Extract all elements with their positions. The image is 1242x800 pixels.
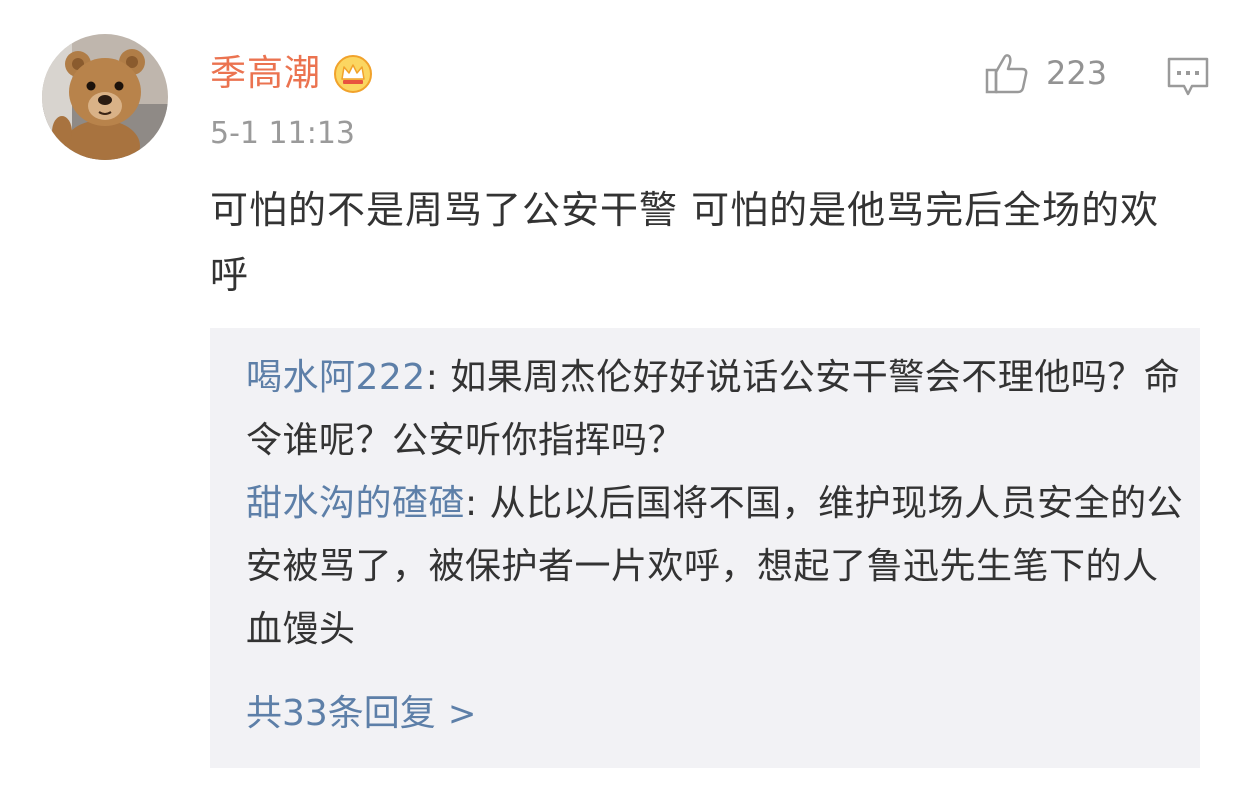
reply-author[interactable]: 喝水阿222: [246, 357, 426, 398]
comment-card: 季高潮 5-1 11:13 223 可怕的不是周骂了公安干警 可怕的是他骂完后全…: [0, 0, 1242, 800]
more-replies-label: 共33条回复: [246, 693, 436, 734]
chevron-right-icon: >: [447, 694, 477, 734]
teddy-bear-avatar-image: [42, 34, 168, 160]
like-count: 223: [1046, 54, 1108, 92]
comment-text: 可怕的不是周骂了公安干警 可怕的是他骂完后全场的欢呼: [210, 188, 1160, 297]
like-button[interactable]: 223: [984, 50, 1107, 96]
reply-item[interactable]: 甜水沟的碴碴: 从比以后国将不国，维护现场人员安全的公安被骂了，被保护者一片欢呼…: [246, 472, 1186, 661]
reply-item[interactable]: 喝水阿222: 如果周杰伦好好说话公安干警会不理他吗？命令谁呢？公安听你指挥吗？: [246, 346, 1186, 472]
replies-box: 喝水阿222: 如果周杰伦好好说话公安干警会不理他吗？命令谁呢？公安听你指挥吗？…: [210, 328, 1200, 768]
timestamp: 5-1 11:13: [210, 116, 355, 151]
reply-author[interactable]: 甜水沟的碴碴: [246, 483, 465, 524]
username-row: 季高潮: [210, 48, 373, 100]
crown-badge-icon[interactable]: [333, 54, 373, 94]
reply-separator: :: [425, 357, 451, 398]
username[interactable]: 季高潮: [210, 48, 321, 100]
comment-bubble-icon[interactable]: [1166, 56, 1210, 98]
thumbs-up-icon: [985, 54, 1028, 94]
avatar[interactable]: [42, 34, 168, 160]
reply-separator: :: [465, 483, 490, 524]
view-all-replies-link[interactable]: 共33条回复 >: [246, 682, 476, 746]
